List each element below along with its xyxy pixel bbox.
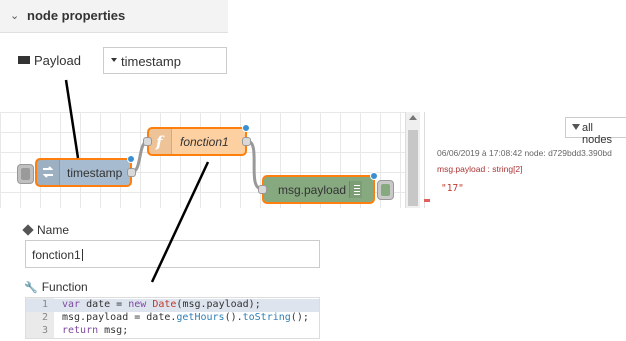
debug-node-label: msg.payload (278, 183, 347, 197)
changed-indicator-dot (370, 172, 378, 180)
line-number: 1 (41, 299, 48, 310)
function-code-editor[interactable]: 1 var date = new Date(msg.payload); 2 ms… (25, 297, 320, 339)
list-line (354, 185, 360, 186)
name-value-text: fonction1 (32, 248, 81, 262)
message-marker-icon (424, 199, 430, 202)
code-token: return (62, 325, 99, 336)
inject-node[interactable]: timestamp (35, 155, 136, 187)
debug-message-topic[interactable]: msg.payload : string[2] (437, 164, 523, 174)
inject-arrows-icon (37, 160, 60, 185)
function-input-port[interactable] (143, 137, 152, 146)
debug-toggle-button[interactable] (377, 180, 394, 200)
tag-icon (22, 224, 34, 236)
debug-message-meta: 06/06/2019 à 17:08:42 node: d729bdd3.390… (437, 148, 612, 158)
changed-indicator-dot (127, 155, 135, 163)
line-number: 2 (41, 312, 48, 323)
function-node[interactable]: f fonction1 (143, 124, 251, 156)
debug-message-value: "17" (441, 183, 464, 194)
code-token: getHours (176, 312, 225, 323)
inject-trigger-button[interactable] (17, 164, 34, 184)
code-text: msg.payload = date.getHours().toString()… (62, 312, 309, 323)
changed-indicator-dot (242, 124, 250, 132)
code-token: (). (224, 312, 243, 323)
code-token: var (62, 299, 81, 310)
inject-node-label: timestamp (67, 166, 123, 180)
function-output-port[interactable] (242, 137, 251, 146)
code-token: Date (152, 299, 177, 310)
code-token: date = (80, 299, 129, 310)
inject-button-face[interactable] (21, 168, 30, 180)
scroll-up-arrow-icon[interactable] (409, 115, 417, 120)
function-icon: f (149, 129, 172, 154)
filter-label: all nodes (582, 122, 612, 146)
code-token: new (128, 299, 147, 310)
name-input-value: fonction1 (32, 248, 83, 262)
list-line (354, 188, 360, 189)
code-token: msg.payload = date. (62, 312, 177, 323)
text-cursor (81, 249, 83, 261)
name-label-text: Name (37, 223, 70, 237)
list-line (354, 191, 360, 192)
function-node-label: fonction1 (180, 135, 229, 149)
code-token: msg; (98, 325, 129, 336)
code-line[interactable]: 2 msg.payload = date.getHours().toString… (26, 312, 319, 325)
vertical-scrollbar[interactable] (405, 112, 420, 208)
function-icon-letter: f (156, 133, 163, 151)
debug-list-icon (349, 181, 362, 198)
code-text: var date = new Date(msg.payload); (62, 299, 261, 310)
code-text: return msg; (62, 325, 128, 336)
scrollbar-thumb[interactable] (408, 130, 418, 206)
debug-node[interactable]: msg.payload (258, 172, 378, 204)
code-token: (msg.payload); (176, 299, 261, 310)
name-label: Name (22, 223, 70, 237)
arrows-icon-glyph (42, 166, 54, 178)
filter-nodes-button[interactable]: all nodes (565, 117, 626, 146)
line-number: 3 (41, 325, 48, 336)
code-line[interactable]: 1 var date = new Date(msg.payload); (26, 299, 319, 312)
name-input[interactable]: fonction1 (25, 240, 320, 268)
list-line (354, 194, 360, 195)
inject-output-port[interactable] (127, 168, 136, 177)
code-line[interactable]: 3 return msg; (26, 325, 319, 338)
filter-icon (572, 124, 580, 130)
function-label: 🔧 Function (24, 280, 88, 294)
code-token: toString (242, 312, 291, 323)
debug-input-port[interactable] (258, 185, 267, 194)
code-token: (); (290, 312, 309, 323)
wrench-icon: 🔧 (24, 282, 38, 294)
debug-toggle-face[interactable] (381, 184, 390, 196)
wire-function-debug (246, 139, 263, 191)
function-label-text: Function (41, 280, 88, 294)
